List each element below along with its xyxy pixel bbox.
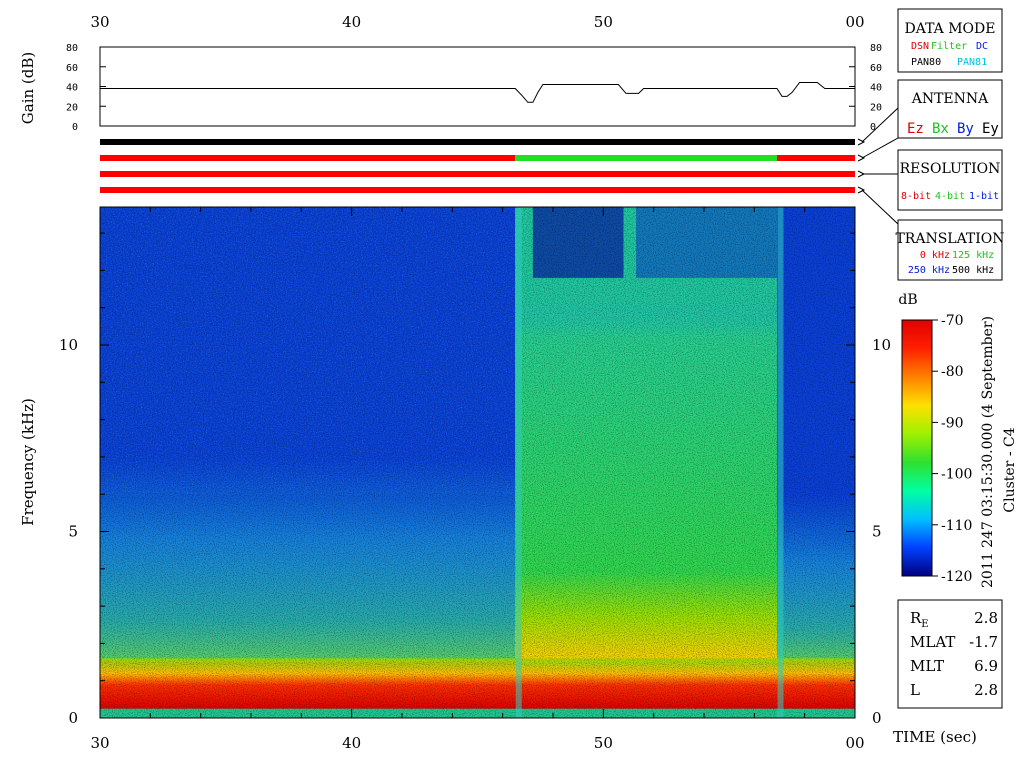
legend-item: 0 kHz — [920, 250, 950, 261]
colorbar-tick-label: -90 — [941, 415, 964, 431]
gain-y-tick-label: 80 — [66, 43, 78, 54]
gain-frame — [99, 46, 856, 127]
gain-y-tick-label-right: 80 — [870, 43, 882, 54]
resolution-title: RESOLUTION — [900, 161, 1001, 177]
gain-y-tick-label-right: 20 — [870, 102, 882, 113]
legend-item: Filter — [931, 41, 967, 52]
legend-item: 125 kHz — [952, 250, 994, 261]
mode-bar-segment — [100, 155, 516, 161]
ephemeris-value: -1.7 — [969, 633, 998, 651]
legend-item: PAN80 — [911, 57, 941, 68]
ephemeris-label: MLAT — [910, 633, 955, 651]
gain-panel: 0 020 2040 4060 6080 80 Gain (dB) — [19, 43, 882, 133]
legend-item: DSN — [911, 41, 929, 52]
chart-canvas: 30 40 50 00 0 020 2040 4060 6080 80 Gain (dB) 00… — [19, 8, 1018, 752]
gain-y-tick-label-right: 40 — [870, 83, 882, 94]
freq-tick-label-right: 10 — [872, 336, 891, 354]
top-tick-label: 00 — [845, 13, 864, 31]
legend-item: Bx — [932, 121, 949, 137]
colorbar-bar — [901, 319, 933, 577]
colorbar-tick-label: -100 — [941, 467, 972, 483]
ephemeris-value: 2.8 — [974, 681, 998, 699]
bottom-tick-label: 40 — [342, 734, 361, 752]
data-mode-title: DATA MODE — [905, 21, 996, 37]
legend: DATA MODE DSN Filter DCPAN80 PAN81 ANTENNA … — [895, 8, 1005, 281]
colorbar: dB -70 -80 -90 -100 -110 -120 — [898, 292, 972, 585]
ephemeris-value: 2.8 — [974, 609, 998, 627]
mode-bar-segment — [515, 155, 777, 161]
ephemeris-subscript: E — [921, 619, 928, 630]
freq-tick-label: 0 — [68, 709, 78, 727]
mode-bar-segment — [100, 187, 855, 193]
bottom-tick-label: 00 — [845, 734, 864, 752]
top-tick-label: 30 — [90, 13, 109, 31]
bottom-tick-label: 30 — [90, 734, 109, 752]
colorbar-tick-label: -80 — [941, 364, 964, 380]
gain-y-tick-label-right: 60 — [870, 63, 882, 74]
freq-tick-label: 10 — [59, 336, 78, 354]
legend-item: 500 kHz — [952, 265, 994, 276]
legend-item: DC — [976, 41, 988, 52]
spectrogram-burst — [515, 207, 522, 718]
legend-item: By — [957, 121, 974, 137]
mode-bar-segment — [776, 155, 855, 161]
mode-bar-segment — [100, 139, 855, 145]
frequency-axis-label: Frequency (kHz) — [19, 398, 37, 526]
colorbar-tick-label: -70 — [941, 313, 964, 329]
freq-tick-label: 5 — [68, 523, 78, 541]
translation-title: TRANSLATION — [895, 231, 1004, 247]
antenna-title: ANTENNA — [911, 91, 989, 107]
spectrogram — [100, 207, 855, 718]
gain-y-tick-label: 20 — [66, 102, 78, 113]
freq-tick-label-right: 5 — [872, 523, 882, 541]
freq-tick-label-right: 0 — [872, 709, 882, 727]
legend-item: PAN81 — [957, 57, 987, 68]
gain-y-tick-label: 60 — [66, 63, 78, 74]
top-tick-label: 40 — [342, 13, 361, 31]
spectrogram-speckle — [100, 207, 516, 495]
legend-item: Ez — [907, 121, 924, 137]
legend-item: 4-bit — [935, 191, 965, 202]
date-label: 2011 247 03:15:30.000 (4 September) — [980, 316, 996, 588]
legend-item: 1-bit — [969, 191, 999, 202]
colorbar-label: dB — [898, 292, 917, 308]
gain-y-tick-label: 0 — [72, 122, 78, 133]
resolution-items: 8-bit 4-bit 1-bit — [901, 191, 999, 202]
time-axis-label: TIME (sec) — [893, 728, 977, 746]
colorbar-tick-label: -110 — [941, 518, 972, 534]
spacecraft-label: Cluster - C4 — [1002, 427, 1018, 512]
gain-y-tick-label: 40 — [66, 83, 78, 94]
bottom-tick-label: 50 — [594, 734, 613, 752]
colorbar-tick-label: -120 — [941, 569, 972, 585]
ephemeris-label: MLT — [910, 657, 944, 675]
gain-y-axis-label: Gain (dB) — [19, 52, 37, 124]
legend-item: 250 kHz — [908, 265, 950, 276]
colorbar-ticks: -70 -80 -90 -100 -110 -120 — [932, 313, 972, 585]
spectrogram-burst — [777, 207, 784, 718]
ephemeris-value: 6.9 — [974, 657, 998, 675]
ephemeris-label: L — [910, 681, 920, 699]
top-tick-label: 50 — [594, 13, 613, 31]
legend-connectors — [857, 107, 899, 225]
legend-item: 8-bit — [901, 191, 931, 202]
mode-bars — [100, 139, 855, 193]
mode-bar-segment — [100, 171, 855, 177]
legend-item: Ey — [982, 121, 999, 137]
